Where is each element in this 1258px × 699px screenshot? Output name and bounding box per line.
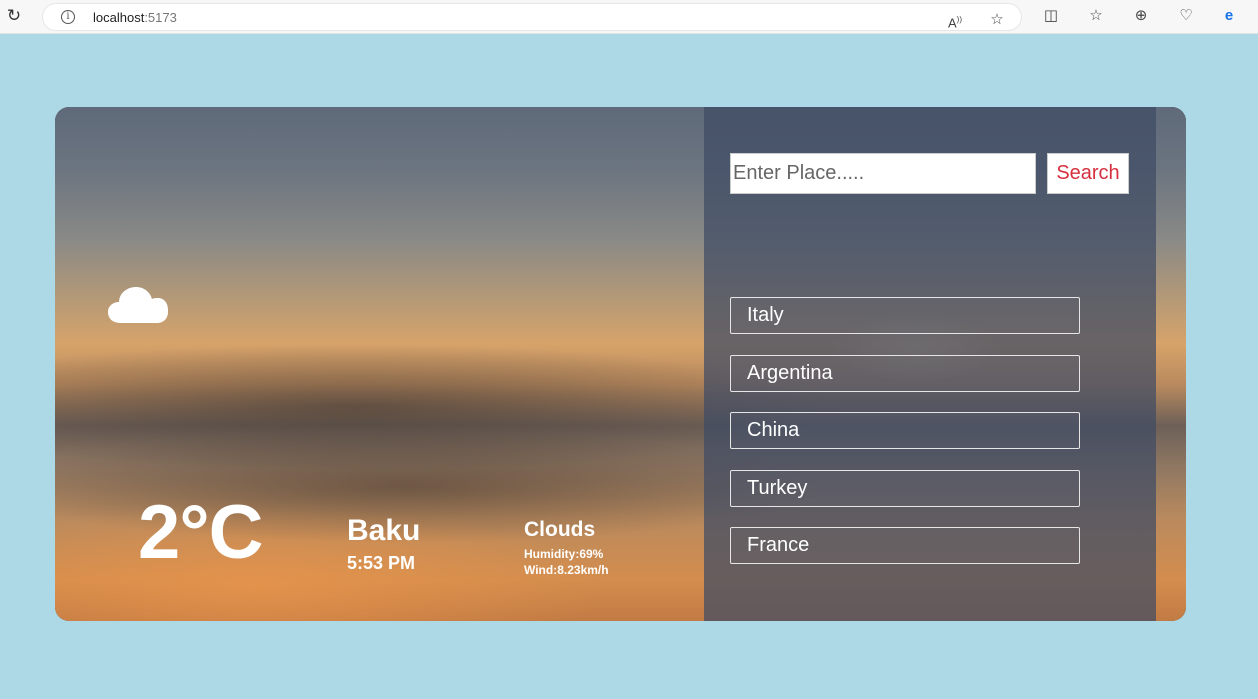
reload-icon[interactable]: ↻ <box>4 6 24 26</box>
edge-icon[interactable]: e <box>1219 6 1239 26</box>
url-text[interactable]: localhost:5173 <box>93 10 177 25</box>
place-item-china[interactable]: China <box>730 412 1080 449</box>
search-button[interactable]: Search <box>1047 153 1129 194</box>
weather-condition: Clouds <box>524 518 596 541</box>
place-item-italy[interactable]: Italy <box>730 297 1080 334</box>
browser-essentials-icon[interactable]: ♡ <box>1176 6 1196 26</box>
favorite-star-icon[interactable]: ☆ <box>987 10 1007 30</box>
local-time: 5:53 PM <box>347 553 416 573</box>
split-screen-icon[interactable]: ◫ <box>1041 6 1061 26</box>
collections-icon[interactable]: ⊕ <box>1131 6 1151 26</box>
address-bar[interactable]: i localhost:5173 A)) ☆ <box>42 3 1022 31</box>
wind-text: Wind:8.23km/h <box>524 563 609 577</box>
url-host: localhost <box>93 10 145 25</box>
place-item-argentina[interactable]: Argentina <box>730 355 1080 392</box>
city-name: Baku <box>347 514 421 547</box>
browser-toolbar: ↻ i localhost:5173 A)) ☆ ◫ ☆ ⊕ ♡ e <box>0 0 1258 34</box>
temperature: 2°C <box>138 490 264 575</box>
search-input[interactable] <box>730 153 1036 194</box>
read-aloud-icon[interactable]: A)) <box>945 10 965 30</box>
cloud-icon <box>108 287 168 323</box>
humidity-text: Humidity:69% <box>524 547 604 561</box>
weather-card: 2°C Baku 5:53 PM Clouds Humidity:69% Win… <box>55 107 1186 621</box>
favorites-icon[interactable]: ☆ <box>1086 6 1106 26</box>
url-port: :5173 <box>144 10 177 25</box>
place-item-france[interactable]: France <box>730 527 1080 564</box>
info-icon[interactable]: i <box>61 10 75 24</box>
place-item-turkey[interactable]: Turkey <box>730 470 1080 507</box>
